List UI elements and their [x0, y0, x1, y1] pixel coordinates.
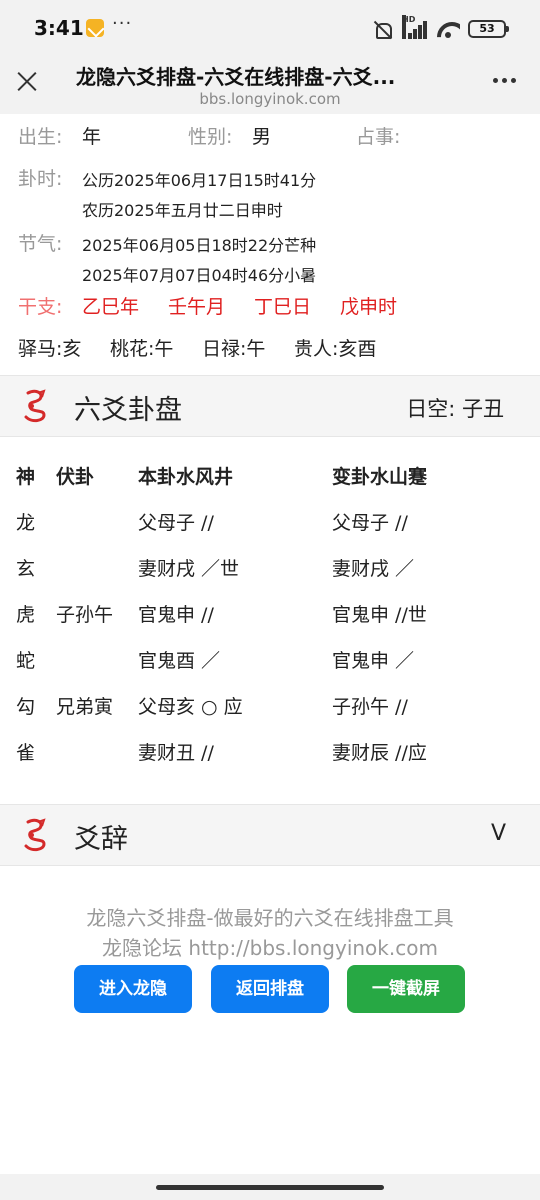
ganzhi-month: 壬午月: [168, 296, 226, 318]
dragon-logo-icon: [24, 818, 46, 852]
time-lunar: 农历2025年五月廿二日申时: [82, 201, 283, 220]
cell-shen: 玄: [16, 558, 36, 580]
header-bengua: 本卦水风井: [138, 466, 234, 488]
cell-biangua: 官鬼申 ／: [332, 650, 415, 672]
signal-icon: HD: [402, 15, 428, 39]
notification-app-icon: [86, 19, 104, 37]
jieqi-label: 节气:: [18, 233, 63, 255]
ganzhi-label: 干支:: [18, 296, 63, 318]
screenshot-button[interactable]: 一键截屏: [347, 965, 465, 1013]
matter-label: 占事:: [356, 126, 401, 148]
table-row: 蛇 官鬼酉 ／ 官鬼申 ／: [0, 646, 540, 686]
cell-biangua: 妻财戌 ／: [332, 558, 415, 580]
birth-label: 出生:: [18, 126, 63, 148]
cell-biangua: 父母子 //: [332, 512, 408, 534]
time-label: 卦时:: [18, 168, 63, 190]
table-header-row: 神 伏卦 本卦水风井 变卦水山蹇: [0, 462, 540, 502]
cell-shen: 虎: [16, 604, 36, 626]
cell-bengua: 妻财戌 ／世: [138, 558, 240, 580]
jieqi-2: 2025年07月07日04时46分小暑: [82, 266, 317, 285]
table-row: 雀 妻财丑 // 妻财辰 //应: [0, 738, 540, 778]
ganzhi-year: 乙巳年: [82, 296, 140, 318]
cell-biangua: 妻财辰 //应: [332, 742, 427, 764]
ganzhi-day: 丁巳日: [254, 296, 312, 318]
footer-slogan: 龙隐六爻排盘-做最好的六爻在线排盘工具: [86, 906, 454, 930]
gender-value: 男: [252, 126, 272, 148]
header-fugua: 伏卦: [56, 466, 95, 488]
dragon-logo-icon: [24, 389, 46, 423]
cell-bengua: 父母亥 ○ 应: [138, 696, 243, 718]
cell-bengua: 官鬼酉 ／: [138, 650, 221, 672]
table-row: 龙 父母子 // 父母子 //: [0, 508, 540, 548]
table-row: 勾 兄弟寅 父母亥 ○ 应 子孙午 //: [0, 692, 540, 732]
cell-bengua: 官鬼申 //: [138, 604, 214, 626]
more-options-icon[interactable]: [493, 78, 516, 83]
header-shen: 神: [16, 466, 36, 488]
ri-kong: 日空: 子丑: [406, 397, 504, 421]
cell-shen: 勾: [16, 696, 36, 718]
more-notifications-icon: ···: [112, 13, 133, 34]
cell-bengua: 父母子 //: [138, 512, 214, 534]
header-biangua: 变卦水山蹇: [332, 466, 428, 488]
table-row: 虎 子孙午 官鬼申 // 官鬼申 //世: [0, 600, 540, 640]
ganzhi-hour: 戊申时: [340, 296, 398, 318]
shensha-yima: 驿马:亥: [18, 338, 82, 360]
status-bar: 3:41 ··· HD 53: [0, 0, 540, 56]
jieqi-1: 2025年06月05日18时22分芒种: [82, 236, 317, 255]
cell-fugua: 子孙午: [56, 604, 114, 626]
cell-bengua: 妻财丑 //: [138, 742, 214, 764]
chevron-down-icon[interactable]: V: [491, 821, 506, 846]
birth-value: 年: [82, 126, 102, 148]
footer-forum-link[interactable]: 龙隐论坛 http://bbs.longyinok.com: [0, 932, 540, 961]
cell-biangua: 子孙午 //: [332, 696, 408, 718]
mute-icon: [372, 19, 394, 39]
status-icons: HD 53: [372, 15, 509, 40]
gender-label: 性别:: [188, 126, 233, 148]
cell-fugua: 兄弟寅: [56, 696, 114, 718]
wifi-icon: [436, 19, 460, 39]
page-url: bbs.longyinok.com: [199, 90, 341, 108]
section-yaoci-header[interactable]: 爻辞 V: [0, 804, 540, 866]
table-row: 玄 妻财戌 ／世 妻财戌 ／: [0, 554, 540, 594]
browser-title-bar: 龙隐六爻排盘-六爻在线排盘-六爻... bbs.longyinok.com: [0, 56, 540, 114]
time-solar: 公历2025年06月17日15时41分: [82, 171, 317, 190]
section-gua-header: 六爻卦盘 日空: 子丑: [0, 375, 540, 437]
cell-shen: 龙: [16, 512, 36, 534]
cell-shen: 雀: [16, 742, 36, 764]
section-gua-title: 六爻卦盘: [74, 395, 182, 426]
shensha-taohua: 桃花:午: [110, 338, 174, 360]
enter-longyin-button[interactable]: 进入龙隐: [74, 965, 192, 1013]
back-to-paipan-button[interactable]: 返回排盘: [211, 965, 329, 1013]
section-yaoci-title: 爻辞: [74, 824, 128, 855]
hd-label: HD: [402, 15, 415, 39]
home-indicator[interactable]: [156, 1185, 384, 1190]
page-title: 龙隐六爻排盘-六爻在线排盘-六爻...: [76, 65, 396, 89]
cell-biangua: 官鬼申 //世: [332, 604, 427, 626]
birth-row: 出生: 年 性别: 男 占事:: [18, 122, 528, 150]
status-time: 3:41: [34, 16, 84, 40]
shensha-guiren: 贵人:亥酉: [294, 338, 377, 360]
close-icon[interactable]: [16, 70, 38, 92]
battery-icon: 53: [468, 20, 509, 38]
shensha-rilu: 日禄:午: [202, 338, 266, 360]
cell-shen: 蛇: [16, 650, 36, 672]
